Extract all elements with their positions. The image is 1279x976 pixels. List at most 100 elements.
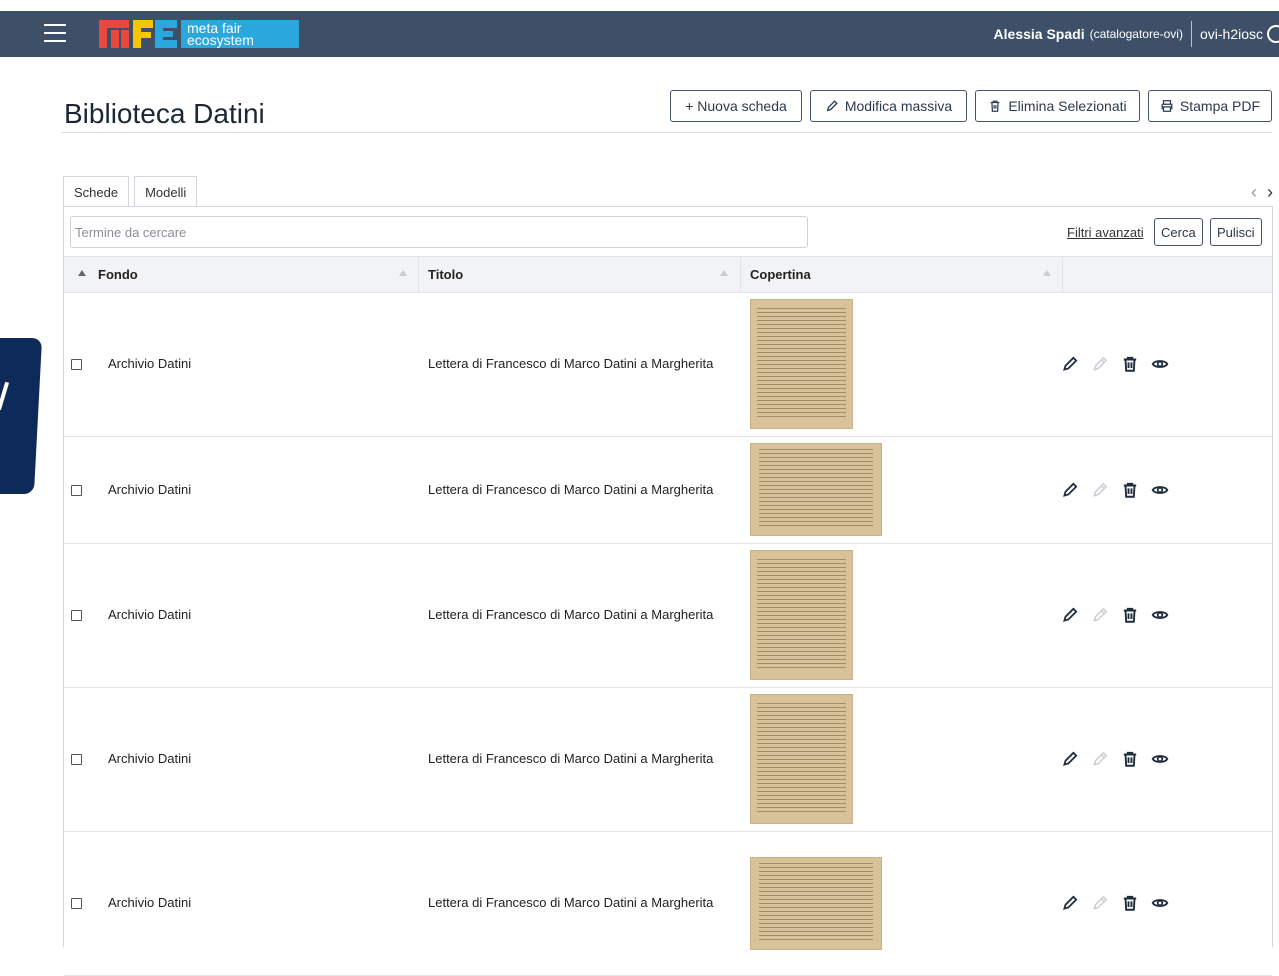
trash-icon[interactable] <box>1121 606 1139 624</box>
edit-disabled-icon <box>1093 482 1108 497</box>
cover-thumbnail[interactable] <box>750 550 853 680</box>
user-name: Alessia Spadi <box>993 26 1085 42</box>
top-bar: meta fair ecosystem Alessia Spadi (catal… <box>0 11 1279 57</box>
user-menu[interactable]: Alessia Spadi (catalogatore-ovi) ovi-h2i… <box>994 11 1279 57</box>
column-header-copertina[interactable]: Copertina <box>750 257 811 292</box>
delete-selected-label: Elimina Selezionati <box>1008 98 1127 114</box>
tab-bar: Schede Modelli <box>63 176 198 207</box>
pencil-icon[interactable] <box>1061 894 1079 912</box>
cell-fondo: Archivio Datini <box>108 482 192 497</box>
edit-disabled-icon <box>1093 356 1108 371</box>
eye-icon[interactable] <box>1151 894 1169 912</box>
table-row: Archivio Datini Lettera di Francesco di M… <box>64 543 1272 688</box>
eye-icon[interactable] <box>1151 606 1169 624</box>
records-panel: Filtri avanzati Cerca Pulisci Fondo Tito… <box>63 206 1273 976</box>
cell-titolo: Lettera di Francesco di Marco Datini a M… <box>428 356 714 371</box>
trash-icon[interactable] <box>1121 355 1139 373</box>
user-avatar-icon[interactable] <box>1267 25 1279 43</box>
search-button[interactable]: Cerca <box>1154 218 1203 246</box>
pencil-icon[interactable] <box>1061 355 1079 373</box>
tab-schede[interactable]: Schede <box>63 176 130 207</box>
table-row: Archivio Datini Lettera di Francesco di M… <box>64 831 1272 976</box>
manuscript-texture <box>757 307 846 418</box>
eye-icon[interactable] <box>1151 355 1169 373</box>
cover-thumbnail[interactable] <box>750 694 853 824</box>
print-pdf-label: Stampa PDF <box>1179 98 1261 114</box>
row-checkbox[interactable] <box>71 485 82 496</box>
page-actions: + Nuova scheda Modifica massiva Elimina … <box>670 90 1272 122</box>
cell-fondo: Archivio Datini <box>108 356 192 371</box>
pencil-icon[interactable] <box>1061 606 1079 624</box>
trash-icon[interactable] <box>1121 894 1139 912</box>
bulk-edit-button[interactable]: Modifica massiva <box>810 90 967 122</box>
trash-icon <box>990 100 1000 112</box>
new-record-label: + Nuova scheda <box>685 98 787 114</box>
chevron-right-icon[interactable]: › <box>1267 182 1273 203</box>
tab-scroll: ‹ › <box>1251 182 1273 203</box>
cell-fondo: Archivio Datini <box>108 751 192 766</box>
advanced-filters-link[interactable]: Filtri avanzati <box>1067 225 1144 240</box>
eye-icon[interactable] <box>1151 750 1169 768</box>
trash-icon[interactable] <box>1121 481 1139 499</box>
column-header-titolo[interactable]: Titolo <box>428 257 463 292</box>
row-checkbox[interactable] <box>71 898 82 909</box>
delete-selected-button[interactable]: Elimina Selezionati <box>975 90 1140 122</box>
row-checkbox[interactable] <box>71 359 82 370</box>
side-panel-mark <box>0 381 10 411</box>
manuscript-texture <box>757 558 846 669</box>
edit-disabled-icon <box>1093 751 1108 766</box>
row-actions <box>1061 606 1169 624</box>
manuscript-texture <box>758 449 874 528</box>
cell-titolo: Lettera di Francesco di Marco Datini a M… <box>428 751 714 766</box>
logo-mark-icon <box>99 20 177 48</box>
user-divider <box>1190 21 1192 47</box>
manuscript-texture <box>757 702 846 813</box>
edit-disabled-icon <box>1093 895 1108 910</box>
cell-fondo: Archivio Datini <box>108 607 192 622</box>
menu-icon[interactable] <box>44 24 66 44</box>
column-divider <box>740 257 741 292</box>
edit-disabled-icon <box>1093 607 1108 622</box>
sort-copertina-icon[interactable] <box>1043 270 1051 276</box>
eye-icon[interactable] <box>1151 481 1169 499</box>
table-row: Archivio Datini Lettera di Francesco di M… <box>64 687 1272 832</box>
table-row: Archivio Datini Lettera di Francesco di M… <box>64 292 1272 437</box>
pencil-icon[interactable] <box>1061 750 1079 768</box>
bulk-edit-label: Modifica massiva <box>844 98 953 114</box>
column-divider <box>418 257 419 292</box>
trash-icon[interactable] <box>1121 750 1139 768</box>
organization-name: ovi-h2iosc <box>1199 26 1263 42</box>
table-header: Fondo Titolo Copertina <box>64 256 1272 293</box>
new-record-button[interactable]: + Nuova scheda <box>670 90 802 122</box>
cell-titolo: Lettera di Francesco di Marco Datini a M… <box>428 895 714 910</box>
app-logo[interactable]: meta fair ecosystem <box>99 20 299 48</box>
sort-titolo-icon[interactable] <box>720 270 728 276</box>
cell-titolo: Lettera di Francesco di Marco Datini a M… <box>428 607 714 622</box>
row-actions <box>1061 750 1169 768</box>
table-row: Archivio Datini Lettera di Francesco di M… <box>64 436 1272 544</box>
row-checkbox[interactable] <box>71 754 82 765</box>
side-panel-tab[interactable] <box>0 338 43 494</box>
chevron-left-icon[interactable]: ‹ <box>1251 182 1257 203</box>
cover-thumbnail[interactable] <box>750 443 882 536</box>
manuscript-texture <box>758 863 874 942</box>
search-input[interactable] <box>70 216 808 248</box>
page-title: Biblioteca Datini <box>64 98 265 129</box>
pencil-icon <box>826 100 838 112</box>
pencil-icon[interactable] <box>1061 481 1079 499</box>
logo-text: meta fair ecosystem <box>181 20 299 48</box>
row-checkbox[interactable] <box>71 610 82 621</box>
clear-button[interactable]: Pulisci <box>1210 218 1262 246</box>
cover-thumbnail[interactable] <box>750 857 882 950</box>
cell-titolo: Lettera di Francesco di Marco Datini a M… <box>428 482 714 497</box>
row-actions <box>1061 894 1169 912</box>
user-role: (catalogatore-ovi) <box>1089 27 1183 41</box>
cover-thumbnail[interactable] <box>750 299 853 429</box>
sort-asc-icon[interactable] <box>78 270 86 276</box>
column-header-fondo[interactable]: Fondo <box>98 257 138 292</box>
row-actions <box>1061 355 1169 373</box>
tab-modelli[interactable]: Modelli <box>134 176 198 207</box>
print-pdf-button[interactable]: Stampa PDF <box>1148 90 1272 122</box>
column-divider <box>1062 257 1063 292</box>
sort-fondo-icon[interactable] <box>399 270 407 276</box>
